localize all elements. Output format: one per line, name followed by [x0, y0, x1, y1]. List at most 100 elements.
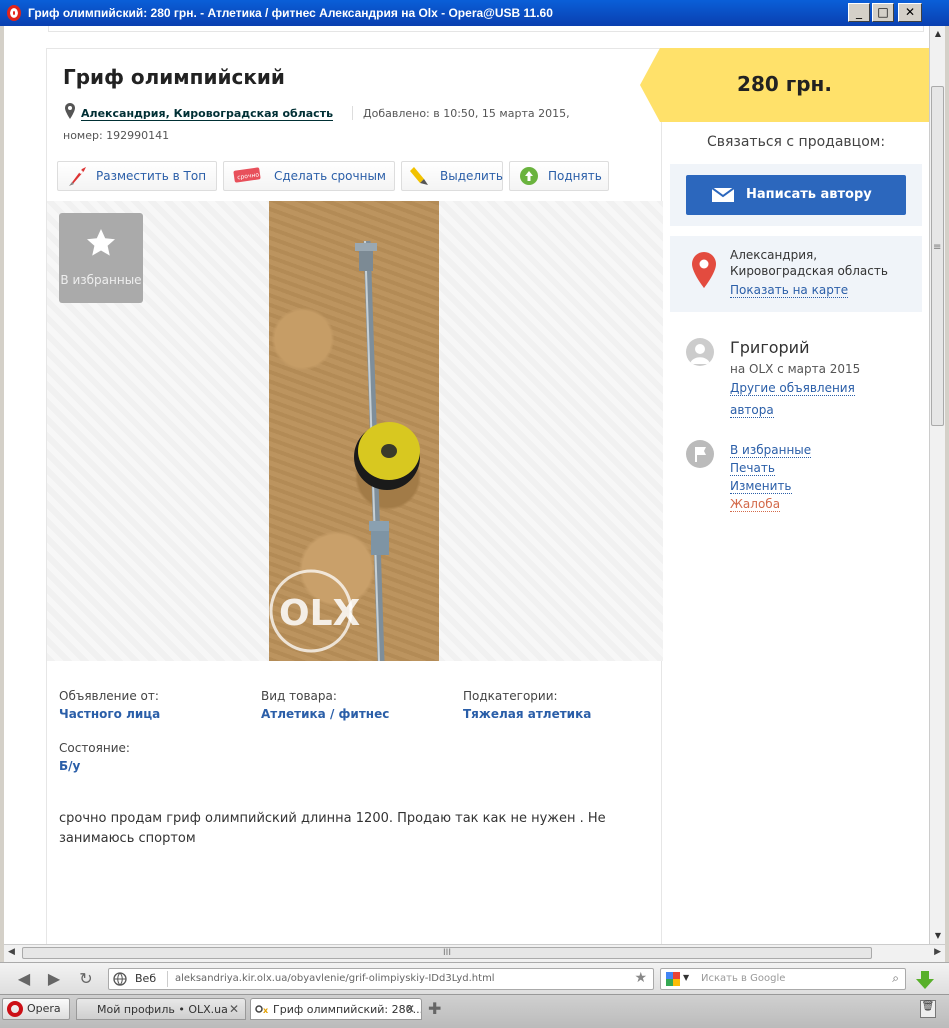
- opera-menu-button[interactable]: Opera: [2, 998, 70, 1020]
- google-icon[interactable]: [665, 971, 681, 987]
- tab-listing[interactable]: x Гриф олимпийский: 280... ✕: [250, 998, 422, 1020]
- divider: [352, 106, 353, 120]
- add-to-favorites-link[interactable]: В избранные: [730, 443, 812, 458]
- complaint-link[interactable]: Жалоба: [730, 497, 781, 512]
- prev-block-edge: [48, 26, 924, 32]
- url-text[interactable]: aleksandriya.kir.olx.ua/obyavlenie/grif-…: [175, 973, 495, 984]
- bookmark-star-icon[interactable]: ★: [634, 970, 647, 986]
- listing-number: номер: 192990141: [63, 129, 170, 142]
- promo-top-label: Разместить в Топ: [96, 169, 207, 183]
- contact-seller-heading: Связаться с продавцом:: [706, 134, 886, 150]
- listing-title: Гриф олимпийский: [63, 65, 285, 89]
- forward-arrow-icon[interactable]: ▶: [44, 969, 64, 989]
- search-engine-dropdown-icon[interactable]: ▼: [683, 973, 689, 982]
- scroll-right-arrow-icon[interactable]: ▶: [934, 947, 941, 957]
- close-window-button[interactable]: ✕: [898, 3, 922, 22]
- added-date: Добавлено: в 10:50, 15 марта 2015,: [363, 107, 570, 120]
- location-city: Александрия,: [730, 248, 818, 262]
- photo-gallery: В избранные OLX: [47, 201, 663, 661]
- map-pin-icon: [692, 252, 716, 288]
- listing-card: Гриф олимпийский Александрия, Кировоград…: [46, 48, 663, 944]
- detail-label-product-type: Вид товара:: [261, 689, 337, 703]
- detail-label-condition: Состояние:: [59, 741, 130, 755]
- detail-label-subcategory: Подкатегории:: [463, 689, 558, 703]
- other-ads-link[interactable]: Другие объявления: [730, 381, 855, 396]
- horizontal-scrollbar[interactable]: ◀ III ▶: [4, 944, 945, 962]
- other-ads-link-line2[interactable]: автора: [730, 403, 774, 418]
- seller-name: Григорий: [730, 338, 810, 357]
- show-on-map-link[interactable]: Показать на карте: [730, 283, 849, 298]
- edit-link[interactable]: Изменить: [730, 479, 792, 494]
- star-icon: [87, 229, 115, 256]
- write-to-author-label: Написать автору: [746, 187, 872, 202]
- refresh-arrow-icon: [520, 167, 538, 185]
- listing-description: срочно продам гриф олимпийский длинна 12…: [59, 809, 649, 849]
- promo-raise-label: Поднять: [548, 169, 602, 183]
- promo-highlight-button[interactable]: Выделить: [401, 161, 503, 191]
- add-to-favorites-button[interactable]: В избранные: [59, 213, 143, 303]
- description-line: срочно продам гриф олимпийский длинна 12…: [59, 811, 606, 826]
- price-tag: 280 грн.: [640, 48, 929, 122]
- window-titlebar: Гриф олимпийский: 280 грн. - Атлетика / …: [0, 0, 949, 26]
- search-icon[interactable]: ⌕: [892, 971, 899, 986]
- opera-logo-icon: [7, 5, 21, 21]
- tab-my-profile[interactable]: Мой профиль • OLX.ua ✕: [76, 998, 246, 1020]
- location-pin-icon: [65, 103, 75, 119]
- urgent-tag-icon: срочно: [233, 167, 261, 183]
- back-arrow-icon[interactable]: ◀: [14, 969, 34, 989]
- seller-location-box: Александрия, Кировоградская область Пока…: [670, 236, 922, 312]
- write-to-author-button[interactable]: Написать автору: [686, 175, 906, 215]
- scroll-left-arrow-icon[interactable]: ◀: [8, 947, 15, 957]
- print-link[interactable]: Печать: [730, 461, 775, 476]
- minimize-button[interactable]: _: [848, 3, 870, 22]
- barbell-illustration: OLX: [269, 240, 420, 661]
- rocket-icon: [69, 167, 86, 186]
- olx-favicon-icon: x: [255, 1005, 269, 1015]
- close-tab-icon[interactable]: ✕: [405, 1002, 415, 1016]
- location-link[interactable]: Александрия, Кировоградская область: [81, 107, 334, 121]
- flag-icon: [686, 440, 714, 468]
- photo-watermark: OLX: [279, 593, 361, 634]
- trash-icon[interactable]: 🗑: [920, 1000, 936, 1018]
- detail-value-offer-from[interactable]: Частного лица: [59, 707, 160, 721]
- price-value: 280 грн.: [737, 72, 832, 96]
- download-arrow-icon[interactable]: [914, 969, 936, 991]
- opera-logo-icon: [7, 1001, 23, 1017]
- promo-urgent-label: Сделать срочным: [274, 169, 386, 183]
- vertical-scrollbar[interactable]: ▲ ▼: [929, 26, 945, 944]
- svg-text:x: x: [263, 1006, 269, 1015]
- detail-label-offer-from: Объявление от:: [59, 689, 159, 703]
- listing-photo[interactable]: OLX: [269, 201, 439, 661]
- favorites-label: В избранные: [60, 273, 142, 287]
- detail-value-condition[interactable]: Б/у: [59, 759, 80, 773]
- close-tab-icon[interactable]: ✕: [229, 1002, 239, 1016]
- address-toolbar: ◀ ▶ ↻ Веб aleksandriya.kir.olx.ua/obyavl…: [0, 962, 949, 994]
- address-field[interactable]: Веб aleksandriya.kir.olx.ua/obyavlenie/g…: [108, 968, 654, 990]
- search-placeholder: Искать в Google: [701, 973, 786, 984]
- seller-since: на OLX с марта 2015: [730, 362, 861, 376]
- vertical-scroll-thumb[interactable]: [931, 86, 944, 426]
- new-tab-icon[interactable]: ✚: [428, 999, 441, 1018]
- reload-icon[interactable]: ↻: [76, 969, 96, 989]
- highlighter-icon: [410, 167, 428, 185]
- web-label: Веб: [135, 972, 157, 985]
- opera-menu-label: Opera: [27, 1002, 61, 1015]
- scroll-up-arrow-icon[interactable]: ▲: [930, 26, 946, 42]
- maximize-button[interactable]: □: [872, 3, 894, 22]
- promo-raise-button[interactable]: Поднять: [509, 161, 609, 191]
- tab-bar: Opera Мой профиль • OLX.ua ✕ x Гриф олим…: [0, 994, 949, 1028]
- search-field[interactable]: ▼ Искать в Google ⌕: [660, 968, 906, 990]
- envelope-icon: [712, 188, 734, 202]
- detail-value-product-type[interactable]: Атлетика / фитнес: [261, 707, 389, 721]
- tab-label: Мой профиль • OLX.ua: [97, 1003, 228, 1016]
- detail-value-subcategory[interactable]: Тяжелая атлетика: [463, 707, 591, 721]
- divider: [167, 971, 168, 987]
- horizontal-scroll-thumb[interactable]: III: [22, 947, 872, 959]
- description-line: занимаюсь спортом: [59, 831, 196, 846]
- promo-top-button[interactable]: Разместить в Топ: [57, 161, 217, 191]
- promo-urgent-button[interactable]: срочно Сделать срочным: [223, 161, 395, 191]
- scroll-down-arrow-icon[interactable]: ▼: [930, 928, 946, 944]
- tab-label: Гриф олимпийский: 280...: [273, 1003, 422, 1016]
- window-title: Гриф олимпийский: 280 грн. - Атлетика / …: [28, 6, 553, 20]
- globe-icon: [113, 972, 127, 986]
